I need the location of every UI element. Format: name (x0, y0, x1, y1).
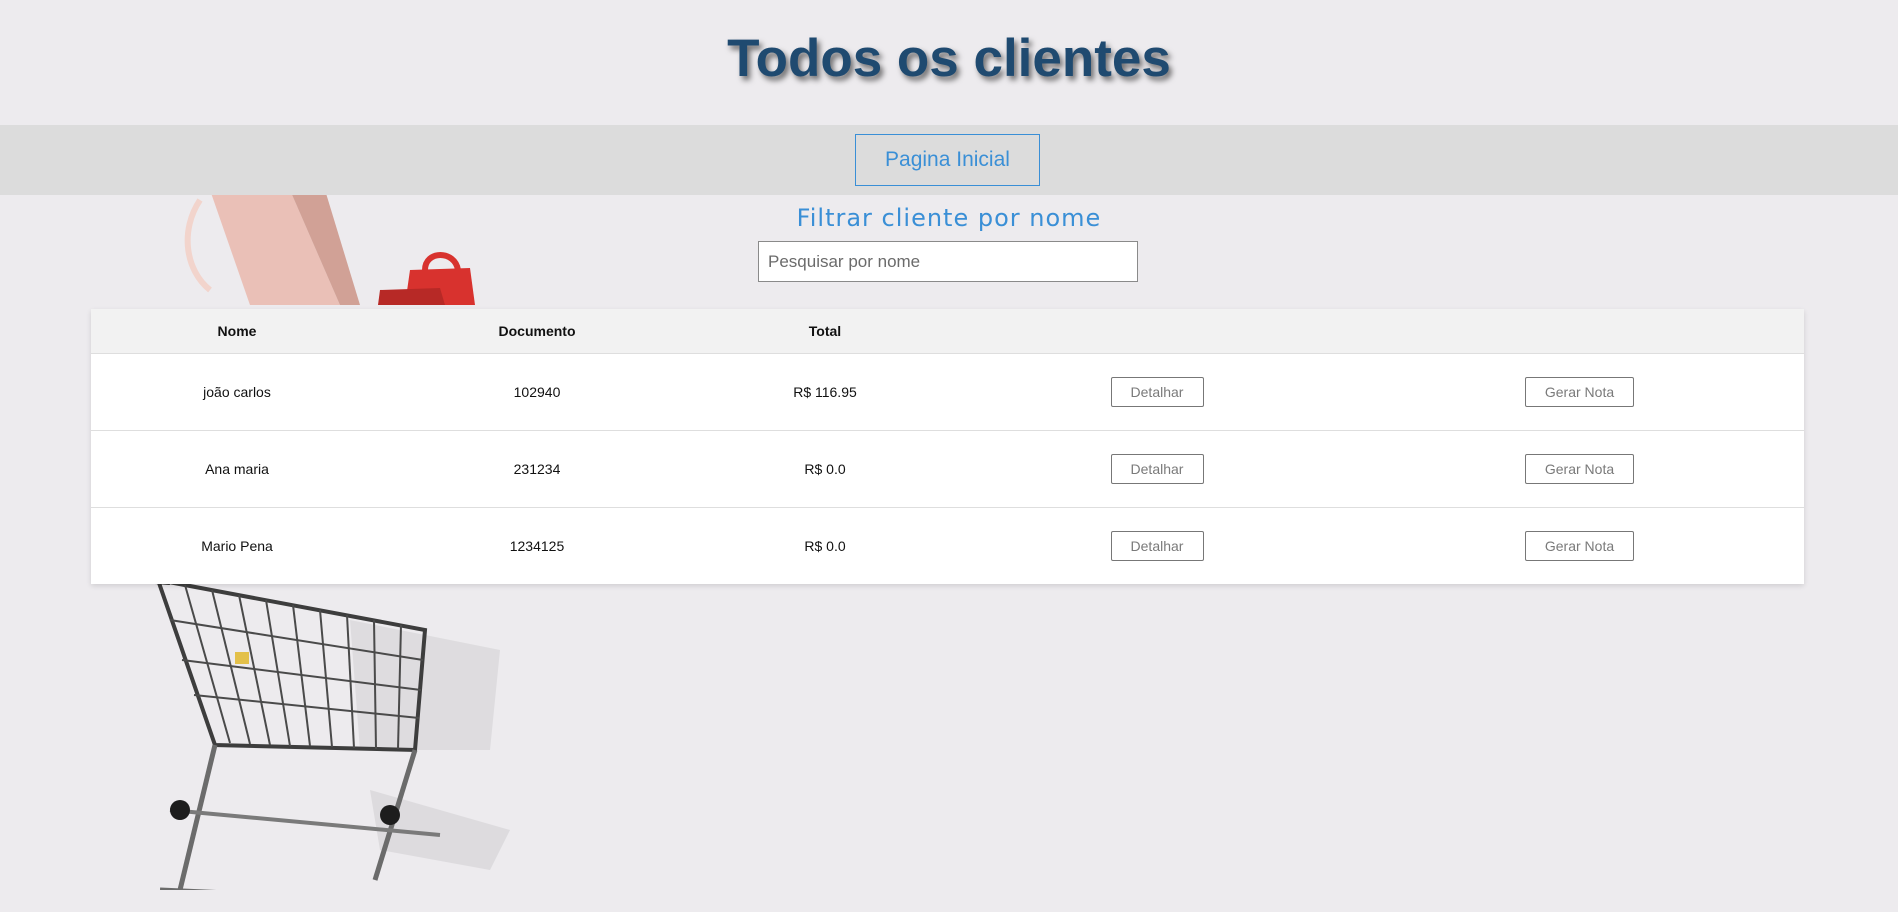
clients-table-card: Nome Documento Total joão carlos 102940 … (91, 309, 1804, 584)
invoice-cell: Gerar Nota (1355, 508, 1804, 585)
client-document: 231234 (383, 430, 691, 508)
clients-table: Nome Documento Total joão carlos 102940 … (91, 309, 1804, 584)
detail-cell: Detalhar (959, 353, 1355, 431)
column-header-total: Total (691, 309, 959, 354)
table-row: Ana maria 231234 R$ 0.0 Detalhar Gerar N… (91, 430, 1804, 508)
client-document: 102940 (383, 353, 691, 431)
filter-title: Filtrar cliente por nome (796, 204, 1102, 232)
detail-button[interactable]: Detalhar (1110, 377, 1204, 407)
column-header-documento: Documento (383, 309, 691, 354)
table-row: joão carlos 102940 R$ 116.95 Detalhar Ge… (91, 353, 1804, 431)
nav-bar: Pagina Inicial (0, 125, 1898, 195)
search-input[interactable] (758, 241, 1138, 282)
home-button[interactable]: Pagina Inicial (855, 134, 1040, 186)
client-name: Ana maria (91, 430, 383, 508)
client-name: joão carlos (91, 353, 383, 431)
client-total: R$ 116.95 (691, 353, 959, 431)
client-total: R$ 0.0 (804, 538, 846, 554)
detail-button[interactable]: Detalhar (1110, 531, 1204, 561)
page-title: Todos os clientes (727, 29, 1171, 88)
generate-invoice-button[interactable]: Gerar Nota (1525, 531, 1634, 561)
cart-icon (140, 577, 510, 890)
generate-invoice-button[interactable]: Gerar Nota (1525, 454, 1634, 484)
invoice-cell: Gerar Nota (1355, 430, 1804, 508)
client-total: R$ 0.0 (691, 430, 959, 508)
table-header-row: Nome Documento Total (91, 309, 1804, 354)
column-header-nome: Nome (91, 309, 383, 354)
detail-cell: Detalhar (959, 430, 1355, 508)
client-document: 1234125 (509, 538, 565, 554)
table-row: Mario Pena 1234125 R$ 0.0 Detalhar Gerar… (91, 508, 1804, 585)
client-name: Mario Pena (201, 538, 273, 554)
column-header-invoice (1355, 309, 1804, 354)
detail-cell: Detalhar (959, 508, 1355, 585)
generate-invoice-button[interactable]: Gerar Nota (1525, 377, 1634, 407)
detail-button[interactable]: Detalhar (1110, 454, 1204, 484)
column-header-detail (959, 309, 1355, 354)
invoice-cell: Gerar Nota (1355, 353, 1804, 431)
